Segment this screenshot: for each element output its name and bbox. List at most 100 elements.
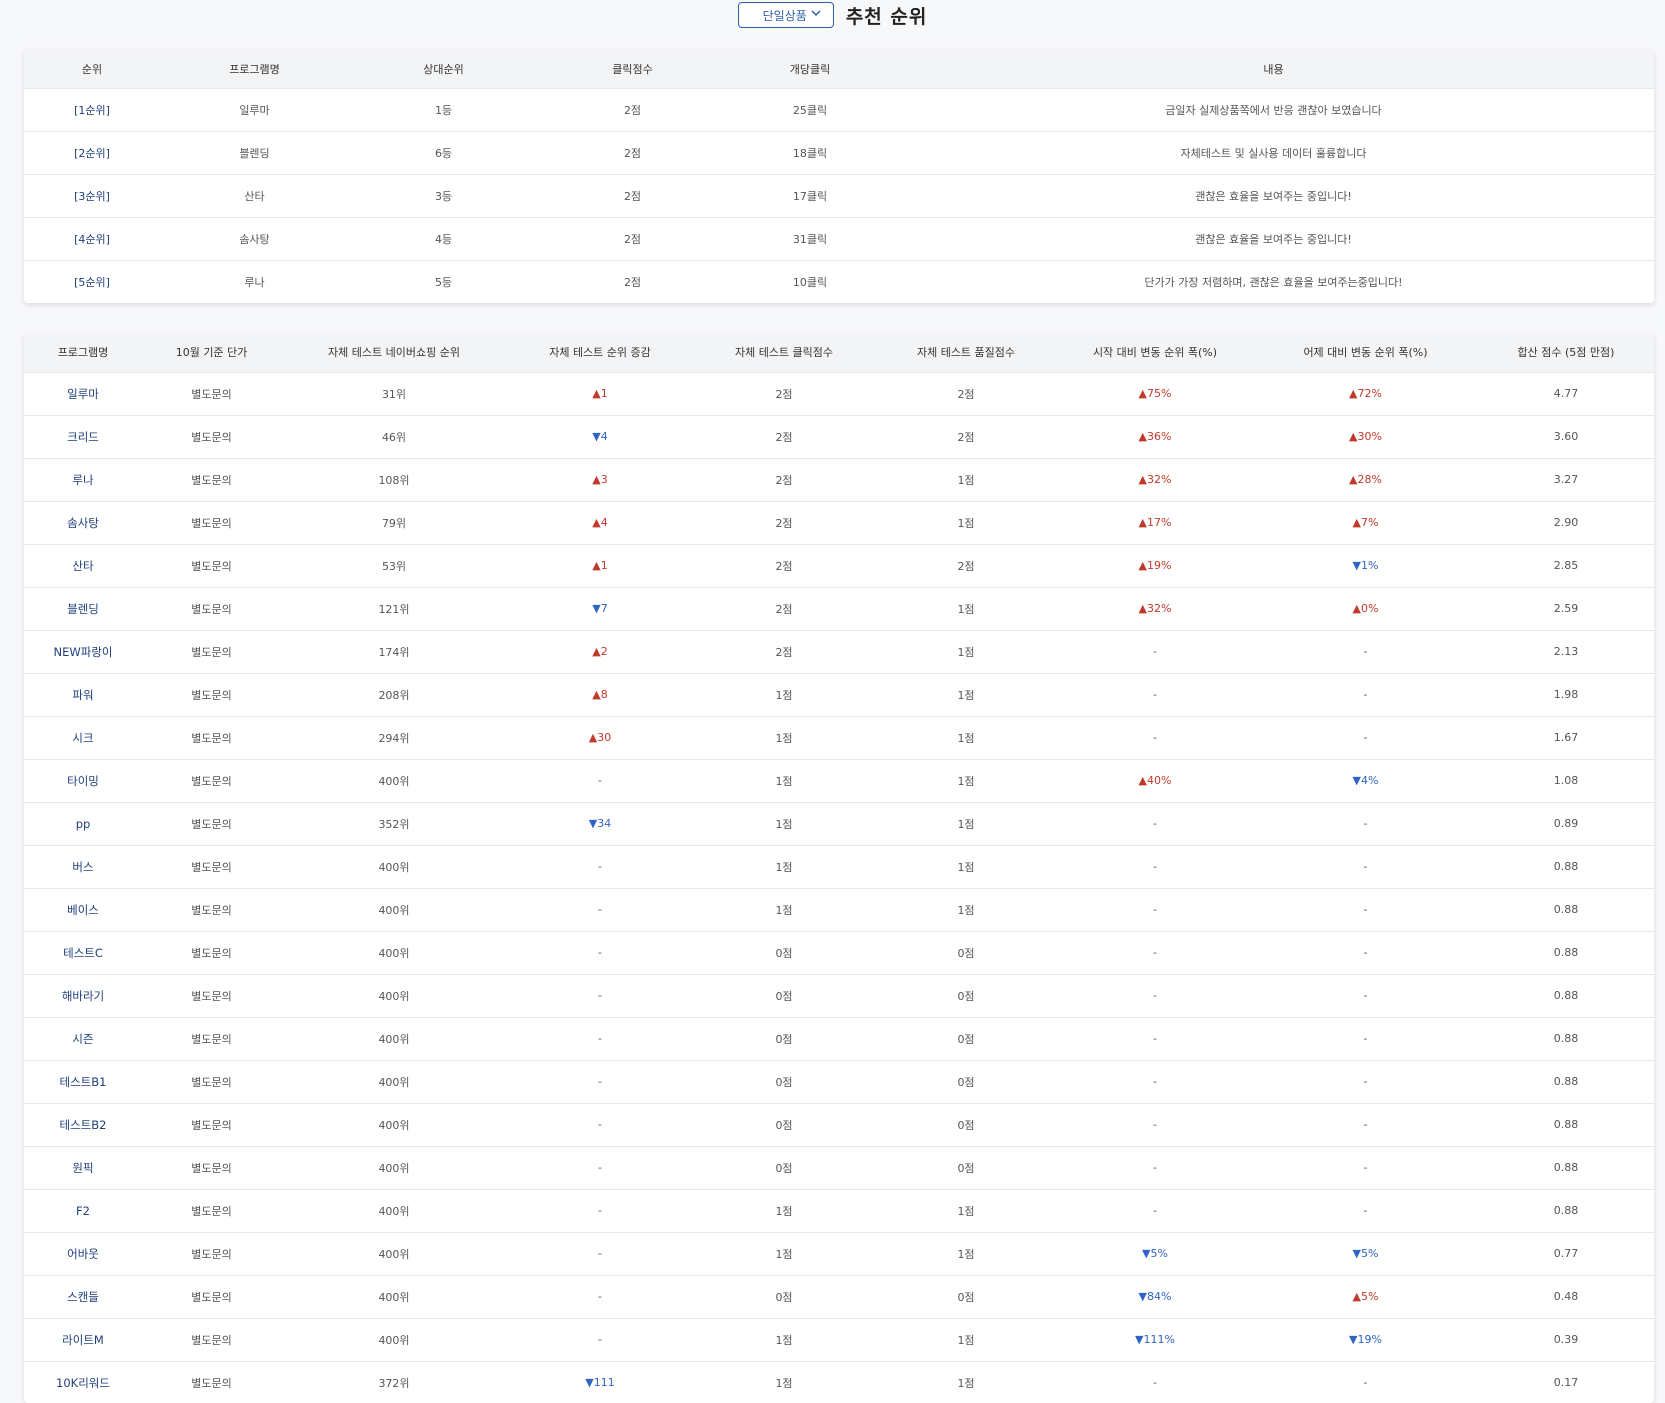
table-cell: 1점 [875, 500, 1057, 544]
cell-text: 1점 [775, 1376, 793, 1390]
product-type-dropdown[interactable]: 단일상품 [737, 2, 834, 28]
program-name-link[interactable]: 라이트M [62, 1333, 104, 1347]
program-name-link[interactable]: 어바웃 [67, 1247, 99, 1261]
cell-text: 2.85 [1553, 559, 1579, 572]
table-cell: 타이밍 [24, 758, 142, 802]
cell-text: 0점 [775, 989, 793, 1003]
table-cell: 0.48 [1478, 1274, 1654, 1318]
table-cell: 0점 [693, 1016, 875, 1060]
table-cell: - [507, 973, 693, 1017]
program-name-link[interactable]: 루나 [72, 473, 93, 487]
program-name-link[interactable]: 솜사탕 [67, 516, 99, 530]
cell-text: - [1363, 946, 1368, 959]
program-name-link[interactable]: 테스트B1 [60, 1075, 107, 1089]
table-cell: - [507, 844, 693, 888]
cell-text: ▲1 [592, 559, 608, 572]
table-cell: 테스트C [24, 930, 142, 974]
program-name-link[interactable]: 버스 [72, 860, 93, 874]
table-cell: 괜찮은 효율을 보여주는 중입니다! [893, 173, 1654, 217]
table-cell: 0.89 [1478, 801, 1654, 845]
table-cell: 2.90 [1478, 500, 1654, 544]
program-name-link[interactable]: F2 [76, 1204, 90, 1218]
column-header: 시작 대비 변동 순위 폭(%) [1057, 333, 1253, 372]
table-cell: 별도문의 [142, 500, 281, 544]
program-name-link[interactable]: pp [76, 817, 91, 831]
cell-text: 2.59 [1553, 602, 1579, 615]
cell-text: 400위 [378, 774, 410, 788]
table-cell: 1등 [349, 87, 538, 131]
column-header: 상대순위 [349, 50, 538, 88]
cell-text: 2점 [957, 430, 975, 444]
table-row: 라이트M 별도문의 400위 - 1점 1점 ▼111% ▼19% 0.39 [24, 1317, 1654, 1361]
cell-text: 79위 [381, 516, 407, 530]
cell-text: - [1363, 903, 1368, 916]
table-cell: 별도문의 [142, 1317, 281, 1361]
cell-text: 2점 [775, 516, 793, 530]
table-cell: 1점 [693, 672, 875, 716]
cell-text: 2점 [775, 559, 793, 573]
cell-text: - [1363, 645, 1368, 658]
table-cell: 1점 [875, 844, 1057, 888]
program-name-link[interactable]: 10K리워드 [56, 1376, 110, 1390]
cell-text: 별도문의 [191, 1161, 232, 1175]
cell-text: - [1153, 1376, 1157, 1390]
cell-text: - [598, 860, 602, 873]
table-row: 어바웃 별도문의 400위 - 1점 1점 ▼5% ▼5% 0.77 [24, 1231, 1654, 1275]
cell-text: 1점 [775, 860, 793, 874]
program-name-link[interactable]: 테스트C [63, 946, 103, 960]
table-cell: 테스트B1 [24, 1059, 142, 1103]
program-name-link[interactable]: 크리드 [67, 430, 99, 444]
table-cell: 별도문의 [142, 887, 281, 931]
table-cell: ▲19% [1057, 543, 1253, 587]
column-header: 개당클릭 [727, 50, 893, 88]
program-name-link[interactable]: 파워 [72, 688, 93, 702]
program-name-link[interactable]: 산타 [72, 559, 93, 573]
table-row: 시즌 별도문의 400위 - 0점 0점 - - 0.88 [24, 1016, 1654, 1060]
table-cell: 별도문의 [142, 758, 281, 802]
table-cell: 0.88 [1478, 1102, 1654, 1146]
cell-text: 2점 [775, 473, 793, 487]
table-cell: 별도문의 [142, 1016, 281, 1060]
table-cell: 0점 [875, 1274, 1057, 1318]
cell-text: - [1363, 688, 1368, 701]
table-cell: 3등 [349, 173, 538, 217]
table-cell: 31위 [281, 371, 507, 415]
program-name-link[interactable]: 시즌 [72, 1032, 93, 1046]
cell-text: 1점 [775, 1204, 793, 1218]
program-name-link[interactable]: 타이밍 [67, 774, 99, 788]
program-name-link[interactable]: 원픽 [72, 1161, 93, 1175]
cell-text: 352위 [378, 817, 410, 831]
program-name-link[interactable]: 스캔들 [67, 1290, 99, 1304]
table-cell: 버스 [24, 844, 142, 888]
table-cell: 별도문의 [142, 973, 281, 1017]
table-row: 스캔들 별도문의 400위 - 0점 0점 ▼84% ▲5% 0.48 [24, 1274, 1654, 1318]
program-name-link[interactable]: NEW파랑이 [54, 645, 113, 659]
table-cell: - [1057, 1102, 1253, 1146]
cell-text: 0.88 [1553, 903, 1579, 916]
program-name-link[interactable]: 일루마 [67, 387, 99, 401]
cell-text: - [1153, 731, 1157, 744]
rank-link[interactable]: [2순위] [74, 147, 110, 160]
rank-link[interactable]: [1순위] [74, 104, 110, 117]
program-name-link[interactable]: 시크 [72, 731, 93, 745]
table-cell: 해바라기 [24, 973, 142, 1017]
table-cell: - [507, 1231, 693, 1275]
program-name-link[interactable]: 테스트B2 [60, 1118, 107, 1132]
table-cell: 라이트M [24, 1317, 142, 1361]
rank-link[interactable]: [4순위] [74, 233, 110, 246]
cell-text: 400위 [378, 946, 410, 960]
table-cell: 1점 [875, 887, 1057, 931]
cell-text: 별도문의 [191, 903, 232, 917]
table-cell: 400위 [281, 758, 507, 802]
cell-text: 0.39 [1553, 1333, 1579, 1346]
cell-text: 400위 [378, 989, 410, 1003]
cell-text: 1점 [775, 774, 793, 788]
program-name-link[interactable]: 베이스 [67, 903, 99, 917]
cell-text: 108위 [378, 473, 410, 487]
rank-link[interactable]: [3순위] [74, 190, 110, 203]
program-name-link[interactable]: 해바라기 [62, 989, 104, 1003]
rank-link[interactable]: [5순위] [74, 276, 110, 289]
cell-text: 별도문의 [191, 989, 232, 1003]
cell-text: 0점 [775, 1118, 793, 1132]
program-name-link[interactable]: 블렌딩 [67, 602, 99, 616]
